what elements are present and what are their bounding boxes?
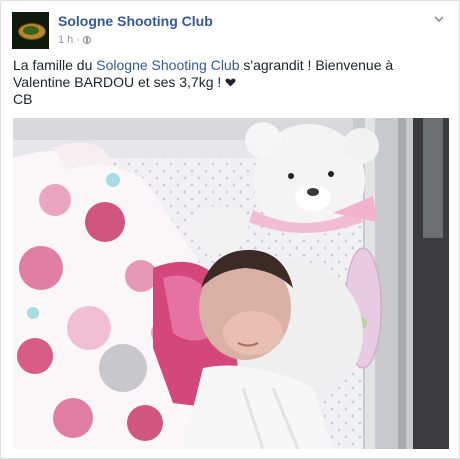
post-text: La famille du Sologne Shooting Club s'ag… <box>13 57 433 108</box>
chevron-down-icon[interactable] <box>433 13 445 25</box>
page-name-link[interactable]: Sologne Shooting Club <box>58 13 213 29</box>
heart-icon <box>225 78 236 87</box>
globe-icon[interactable] <box>82 36 91 44</box>
facebook-post: Sologne Shooting Club 1 h · La famille du… <box>0 0 460 459</box>
post-text-intro: La famille du <box>13 57 97 73</box>
post-signature: CB <box>13 91 33 107</box>
post-timestamp[interactable]: 1 h <box>58 34 73 46</box>
post-photo[interactable] <box>13 118 449 449</box>
baby-photo-illustration <box>13 118 449 449</box>
meta-separator: · <box>76 34 80 46</box>
page-avatar[interactable] <box>12 12 49 49</box>
mentioned-page-link[interactable]: Sologne Shooting Club <box>96 57 239 73</box>
post-meta: 1 h · <box>58 34 91 46</box>
